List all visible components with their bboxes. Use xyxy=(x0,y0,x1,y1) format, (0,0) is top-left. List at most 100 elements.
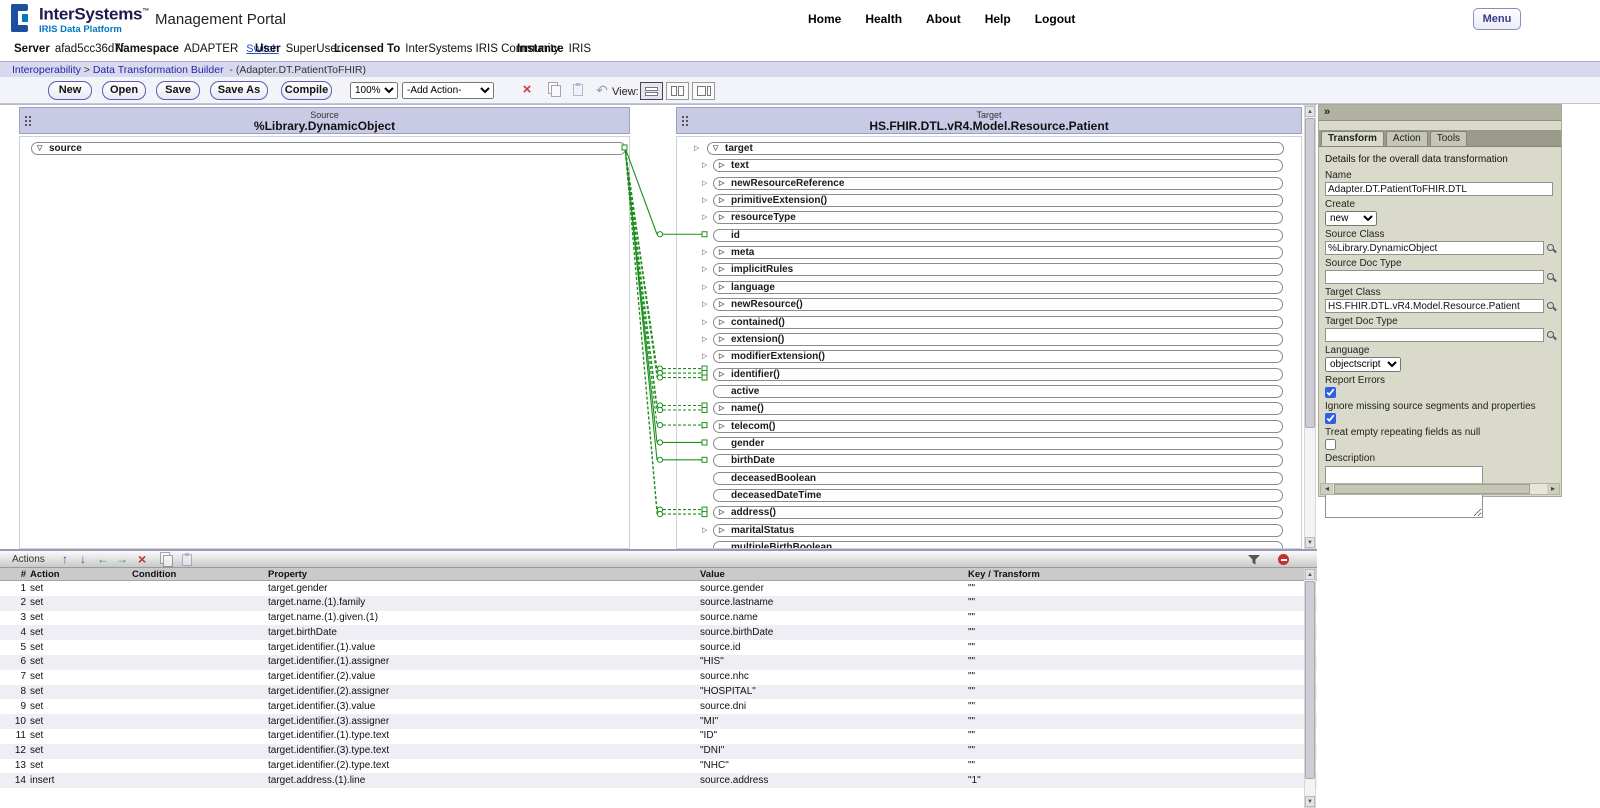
collapsed-triangle-icon[interactable]: ▷ xyxy=(719,351,724,363)
source-doc-type-lookup-icon[interactable] xyxy=(1547,273,1556,282)
target-drag-grip[interactable] xyxy=(682,116,684,118)
collapsed-triangle-icon[interactable]: ▷ xyxy=(719,369,724,381)
expander-icon[interactable]: ▷ xyxy=(702,423,707,431)
copy-action-icon[interactable] xyxy=(160,552,171,569)
expander-icon[interactable]: ▷ xyxy=(702,405,707,413)
action-row-7[interactable]: 7settarget.identifier.(2).valuesource.nh… xyxy=(0,670,1317,685)
tab-transform[interactable]: Transform xyxy=(1321,131,1384,146)
column-header-4[interactable]: Value xyxy=(700,569,725,580)
expanded-triangle-icon[interactable]: ▽ xyxy=(713,143,718,155)
column-header-3[interactable]: Property xyxy=(268,569,307,580)
scroll-left-icon[interactable]: ◂ xyxy=(1321,484,1333,494)
checkbox-0[interactable] xyxy=(1325,387,1336,398)
actions-vscrollbar[interactable]: ▲ ▼ xyxy=(1304,568,1316,808)
move-left-icon[interactable]: ← xyxy=(97,552,109,567)
move-down-icon[interactable]: ↓ xyxy=(80,552,86,567)
collapsed-triangle-icon[interactable]: ▷ xyxy=(719,334,724,346)
expander-icon[interactable]: ▷ xyxy=(702,301,707,309)
breadcrumb-link-interoperability[interactable]: Interoperability xyxy=(12,64,81,76)
nav-link-about[interactable]: About xyxy=(926,12,961,26)
source-drag-grip[interactable] xyxy=(25,116,27,118)
target-node-address[interactable]: ▷address() xyxy=(713,506,1283,519)
tab-action[interactable]: Action xyxy=(1386,131,1428,146)
action-row-5[interactable]: 5settarget.identifier.(1).valuesource.id… xyxy=(0,640,1317,655)
target-node-contained[interactable]: ▷contained() xyxy=(713,316,1283,329)
scroll-down-icon[interactable]: ▼ xyxy=(1305,537,1315,548)
target-node-language[interactable]: ▷language xyxy=(713,281,1283,294)
column-header-0[interactable]: # xyxy=(6,569,26,580)
target-node-primitiveExtension[interactable]: ▷primitiveExtension() xyxy=(713,194,1283,207)
nav-link-home[interactable]: Home xyxy=(808,12,841,26)
scroll-up-icon[interactable]: ▲ xyxy=(1305,569,1315,580)
new-button[interactable]: New xyxy=(48,81,92,100)
panel-hscrollbar[interactable]: ◂ ▸ xyxy=(1320,483,1560,495)
collapsed-triangle-icon[interactable]: ▷ xyxy=(719,421,724,433)
target-root-node[interactable]: ▽target xyxy=(707,142,1284,155)
target-class-input[interactable] xyxy=(1325,299,1544,313)
scrollbar-thumb[interactable] xyxy=(1305,118,1315,428)
zoom-select[interactable]: 100% xyxy=(350,82,398,99)
source-class-lookup-icon[interactable] xyxy=(1547,244,1556,253)
view-mode-horizontal-button[interactable] xyxy=(640,82,663,100)
checkbox-1[interactable] xyxy=(1325,413,1336,424)
target-node-text[interactable]: ▷text xyxy=(713,159,1283,172)
nav-link-logout[interactable]: Logout xyxy=(1035,12,1076,26)
compile-button[interactable]: Compile xyxy=(281,81,332,100)
target-node-extension[interactable]: ▷extension() xyxy=(713,333,1283,346)
target-node-deceasedBoolean[interactable]: deceasedBoolean xyxy=(713,472,1283,485)
tab-tools[interactable]: Tools xyxy=(1430,131,1467,146)
expander-icon[interactable]: ▷ xyxy=(702,162,707,170)
checkbox-2[interactable] xyxy=(1325,439,1336,450)
action-row-10[interactable]: 10settarget.identifier.(3).assigner"MI""… xyxy=(0,714,1317,729)
source-class-input[interactable] xyxy=(1325,241,1544,255)
action-row-4[interactable]: 4settarget.birthDatesource.birthDate"" xyxy=(0,625,1317,640)
action-row-9[interactable]: 9settarget.identifier.(3).valuesource.dn… xyxy=(0,699,1317,714)
collapsed-triangle-icon[interactable]: ▷ xyxy=(719,403,724,415)
add-action-select[interactable]: -Add Action- xyxy=(402,82,494,99)
copy-icon[interactable] xyxy=(544,82,562,99)
action-row-11[interactable]: 11settarget.identifier.(1).type.text"ID"… xyxy=(0,729,1317,744)
expander-icon[interactable]: ▷ xyxy=(702,214,707,222)
expander-icon[interactable]: ▷ xyxy=(702,284,707,292)
target-node-birthDate[interactable]: birthDate xyxy=(713,454,1283,467)
target-node-active[interactable]: active xyxy=(713,385,1283,398)
action-row-13[interactable]: 13settarget.identifier.(2).type.text"NHC… xyxy=(0,759,1317,774)
target-node-deceasedDateTime[interactable]: deceasedDateTime xyxy=(713,489,1283,502)
action-row-12[interactable]: 12settarget.identifier.(3).type.text"DNI… xyxy=(0,744,1317,759)
create-select[interactable]: new xyxy=(1325,211,1377,226)
target-node-newResource[interactable]: ▷newResource() xyxy=(713,298,1283,311)
source-root-node[interactable]: ▽source xyxy=(31,142,626,155)
expander-icon[interactable]: ▷ xyxy=(702,509,707,517)
action-row-6[interactable]: 6settarget.identifier.(1).assigner"HIS""… xyxy=(0,655,1317,670)
expander-icon[interactable]: ▷ xyxy=(702,197,707,205)
action-row-14[interactable]: 14inserttarget.address.(1).linesource.ad… xyxy=(0,773,1317,788)
panel-collapse-button[interactable]: » xyxy=(1319,105,1561,121)
collapsed-triangle-icon[interactable]: ▷ xyxy=(719,247,724,259)
target-node-resourceType[interactable]: ▷resourceType xyxy=(713,211,1283,224)
collapsed-triangle-icon[interactable]: ▷ xyxy=(719,178,724,190)
delete-icon[interactable]: × xyxy=(518,82,536,98)
target-node-identifier[interactable]: ▷identifier() xyxy=(713,368,1283,381)
name-input[interactable] xyxy=(1325,182,1553,196)
expander-icon[interactable]: ▷ xyxy=(702,180,707,188)
scrollbar-thumb[interactable] xyxy=(1305,581,1315,779)
column-header-2[interactable]: Condition xyxy=(132,569,176,580)
move-right-icon[interactable]: → xyxy=(116,552,128,567)
target-node-name[interactable]: ▷name() xyxy=(713,402,1283,415)
action-row-3[interactable]: 3settarget.name.(1).given.(1)source.name… xyxy=(0,611,1317,626)
collapsed-triangle-icon[interactable]: ▷ xyxy=(719,525,724,537)
expander-icon[interactable]: ▷ xyxy=(702,319,707,327)
action-row-2[interactable]: 2settarget.name.(1).familysource.lastnam… xyxy=(0,596,1317,611)
target-node-meta[interactable]: ▷meta xyxy=(713,246,1283,259)
action-row-1[interactable]: 1settarget.gendersource.gender"" xyxy=(0,581,1317,596)
remove-icon[interactable] xyxy=(1278,554,1289,565)
scroll-right-icon[interactable]: ▸ xyxy=(1547,484,1559,494)
save-button[interactable]: Save xyxy=(156,81,200,100)
collapsed-triangle-icon[interactable]: ▷ xyxy=(719,299,724,311)
diagram-vscrollbar[interactable]: ▲ ▼ xyxy=(1304,105,1316,549)
expander-icon[interactable]: ▷ xyxy=(702,371,707,379)
source-doc-type-input[interactable] xyxy=(1325,270,1544,284)
target-node-newResourceReference[interactable]: ▷newResourceReference xyxy=(713,177,1283,190)
collapsed-triangle-icon[interactable]: ▷ xyxy=(719,507,724,519)
target-doc-type-input[interactable] xyxy=(1325,328,1544,342)
